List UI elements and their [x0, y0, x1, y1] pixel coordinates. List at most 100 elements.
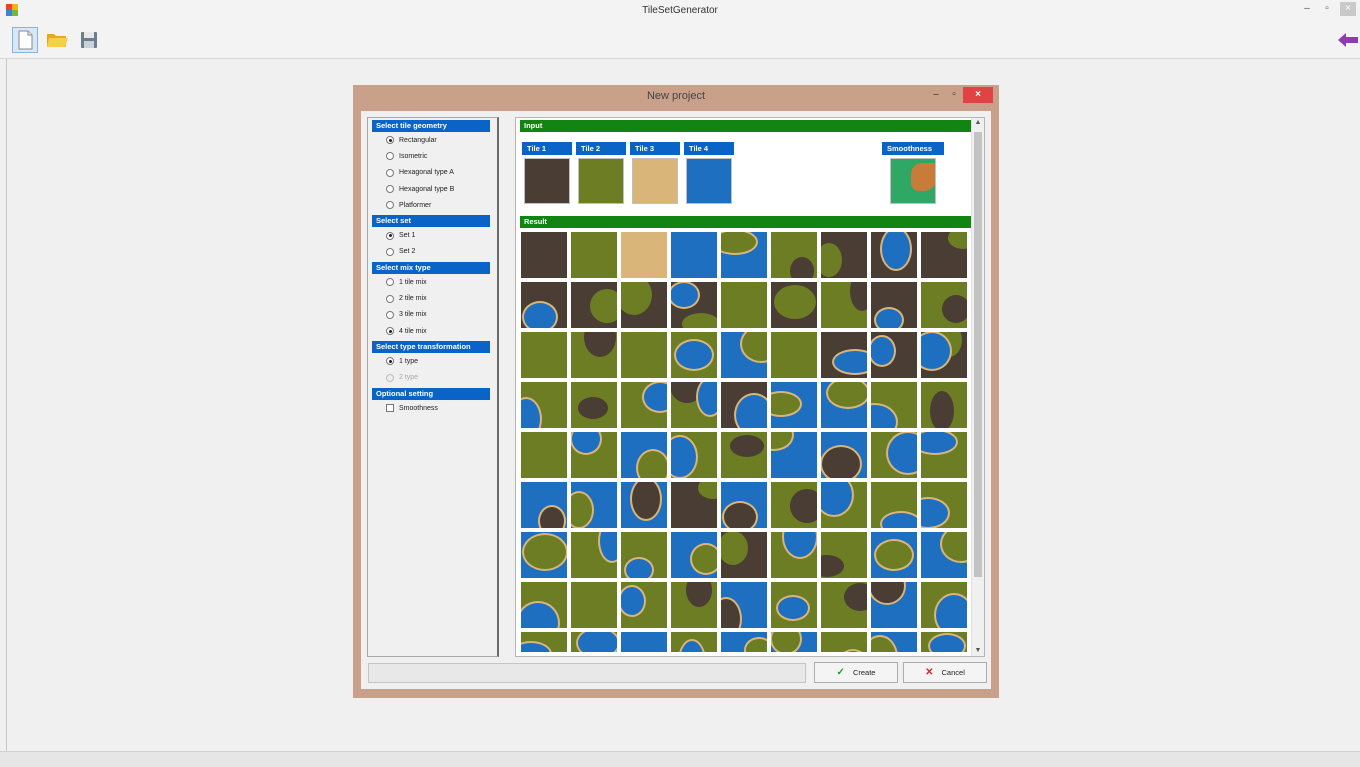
radio-option[interactable]: 4 tile mix: [368, 323, 497, 339]
result-tile[interactable]: [668, 281, 720, 335]
result-tile[interactable]: [862, 632, 917, 652]
result-tile[interactable]: [852, 382, 917, 441]
radio-button-icon[interactable]: [386, 357, 394, 366]
result-tile[interactable]: [621, 532, 667, 583]
result-tile[interactable]: [671, 573, 717, 628]
tile-preview[interactable]: [632, 158, 678, 204]
checkbox-option[interactable]: Smoothness: [368, 400, 497, 416]
result-tile[interactable]: [760, 382, 817, 428]
radio-button-icon[interactable]: [386, 327, 394, 336]
result-tile[interactable]: [521, 232, 567, 278]
result-tile[interactable]: [721, 432, 767, 478]
result-tile[interactable]: [621, 477, 667, 528]
result-tile[interactable]: [621, 632, 667, 652]
result-tile[interactable]: [521, 282, 567, 333]
result-tile[interactable]: [871, 532, 917, 578]
scroll-down-icon[interactable]: ▼: [972, 647, 984, 654]
result-tile[interactable]: [871, 431, 930, 478]
result-tile[interactable]: [721, 282, 767, 328]
result-tile[interactable]: [921, 582, 971, 637]
radio-button-icon[interactable]: [386, 247, 394, 256]
result-tile[interactable]: [662, 432, 717, 479]
result-tile[interactable]: [921, 382, 967, 431]
checkbox-icon[interactable]: [386, 404, 394, 412]
create-button[interactable]: ✓ Create: [814, 662, 898, 683]
radio-option[interactable]: Rectangular: [368, 132, 497, 148]
result-tile[interactable]: [521, 332, 567, 378]
radio-button-icon[interactable]: [386, 201, 394, 210]
result-tile[interactable]: [521, 632, 567, 652]
radio-option[interactable]: 1 tile mix: [368, 274, 497, 290]
result-tile[interactable]: [721, 325, 782, 378]
result-tile[interactable]: [621, 332, 667, 378]
result-tile[interactable]: [821, 332, 878, 378]
result-tile[interactable]: [721, 632, 774, 652]
radio-button-icon[interactable]: [386, 373, 394, 382]
radio-button-icon[interactable]: [386, 136, 394, 145]
result-tile[interactable]: [710, 582, 767, 641]
radio-button-icon[interactable]: [386, 168, 394, 177]
back-button[interactable]: [1332, 27, 1360, 53]
result-tile[interactable]: [564, 482, 617, 529]
result-tile[interactable]: [621, 232, 667, 278]
result-tile[interactable]: [521, 582, 567, 645]
result-tile[interactable]: [921, 232, 971, 278]
open-folder-button[interactable]: [44, 27, 70, 53]
result-tile[interactable]: [921, 525, 971, 578]
result-tile[interactable]: [906, 482, 967, 529]
result-tile[interactable]: [821, 271, 874, 328]
result-tile[interactable]: [571, 232, 617, 278]
result-tile[interactable]: [771, 515, 818, 578]
result-tile[interactable]: [521, 382, 567, 441]
radio-option[interactable]: 3 tile mix: [368, 307, 497, 323]
result-tile[interactable]: [670, 369, 724, 428]
result-tile[interactable]: [814, 473, 867, 528]
tile-preview[interactable]: [524, 158, 570, 204]
maximize-button[interactable]: ▫: [1320, 2, 1334, 16]
result-tile[interactable]: [571, 582, 617, 628]
result-tile[interactable]: [671, 332, 717, 378]
result-tile[interactable]: [521, 532, 568, 578]
result-tile[interactable]: [820, 432, 867, 483]
radio-button-icon[interactable]: [386, 185, 394, 194]
radio-option[interactable]: 2 tile mix: [368, 290, 497, 306]
radio-option[interactable]: Isometric: [368, 148, 497, 164]
result-tile[interactable]: [571, 382, 617, 428]
result-tile[interactable]: [571, 519, 626, 578]
scroll-up-icon[interactable]: ▲: [972, 119, 984, 126]
result-tile[interactable]: [821, 582, 876, 628]
result-tile[interactable]: [721, 482, 767, 533]
result-tile[interactable]: [718, 531, 767, 578]
result-tile[interactable]: [771, 582, 817, 628]
result-tile[interactable]: [616, 275, 667, 328]
result-tile[interactable]: [821, 377, 870, 428]
result-tile[interactable]: [521, 432, 567, 478]
result-tile[interactable]: [521, 482, 567, 537]
dialog-close-button[interactable]: ×: [963, 87, 993, 103]
result-tile[interactable]: [771, 482, 824, 528]
result-tile[interactable]: [721, 382, 774, 437]
result-tile[interactable]: [921, 282, 970, 328]
scrollbar-thumb[interactable]: [974, 132, 982, 577]
result-tile[interactable]: [754, 419, 817, 478]
dialog-maximize-button[interactable]: ▫: [945, 87, 963, 103]
result-tile[interactable]: [671, 232, 717, 278]
result-tile[interactable]: [771, 332, 817, 378]
result-tile[interactable]: [671, 532, 722, 578]
result-tile[interactable]: [570, 423, 617, 478]
result-scrollbar[interactable]: ▲ ▼: [971, 118, 984, 656]
minimize-button[interactable]: –: [1300, 2, 1314, 16]
result-tile[interactable]: [571, 317, 617, 378]
radio-option[interactable]: Hexagonal type B: [368, 181, 497, 197]
dialog-minimize-button[interactable]: –: [927, 87, 945, 103]
result-tile[interactable]: [810, 532, 867, 578]
radio-button-icon[interactable]: [386, 231, 394, 240]
radio-option[interactable]: Set 1: [368, 227, 497, 243]
radio-option[interactable]: Set 2: [368, 244, 497, 260]
result-tile[interactable]: [771, 282, 817, 328]
radio-option[interactable]: 1 type: [368, 353, 497, 369]
result-tile[interactable]: [912, 323, 967, 378]
close-button[interactable]: ×: [1340, 2, 1356, 16]
result-tile[interactable]: [571, 627, 620, 652]
result-tile[interactable]: [712, 232, 767, 278]
